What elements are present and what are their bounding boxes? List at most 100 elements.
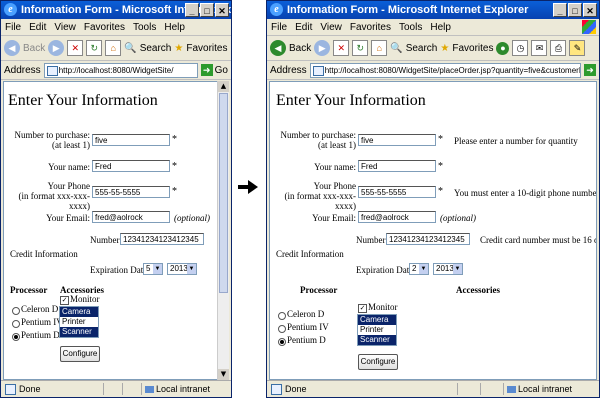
expiration-year-select[interactable]: 2013 ▼ [167,263,197,275]
menu-tools[interactable]: Tools [399,22,422,33]
menu-help[interactable]: Help [430,22,451,33]
back-button[interactable]: Back [23,43,45,54]
card-number-input[interactable]: 12341234123412345 [386,233,470,245]
email-input[interactable]: fred@aolrock [92,211,170,223]
favorites-star-icon[interactable]: ★ [440,43,449,54]
address-label: Address [270,64,307,76]
history-icon[interactable]: ◷ [512,40,529,56]
accessories-listbox[interactable]: Camera Printer Scanner [357,314,397,346]
maximize-button[interactable]: □ [568,3,582,17]
search-icon[interactable]: 🔍 [124,43,136,54]
monitor-checkbox[interactable]: ✓ [60,296,69,305]
maximize-button[interactable]: □ [200,3,214,17]
required-marker: * [172,161,177,172]
name-input[interactable]: Fred [92,160,170,172]
stop-icon[interactable]: ✕ [333,40,350,56]
list-item[interactable]: Camera [60,307,98,317]
home-icon[interactable]: ⌂ [371,40,388,56]
menu-file[interactable]: File [5,22,21,33]
forward-icon[interactable]: ▶ [48,40,65,56]
configure-button[interactable]: Configure [358,354,398,370]
list-item[interactable]: Printer [358,325,396,335]
search-button[interactable]: Search [406,43,438,54]
radio-celeron-d[interactable] [12,307,20,315]
stop-icon[interactable]: ✕ [67,40,84,56]
card-number-input[interactable]: 12341234123412345 [120,233,204,245]
home-icon[interactable]: ⌂ [105,40,122,56]
status-cell [480,383,503,395]
quantity-input[interactable]: five [358,134,436,146]
refresh-icon[interactable]: ↻ [86,40,103,56]
expiration-month-select[interactable]: 2 ▼ [409,263,429,275]
chevron-down-icon: ▼ [419,264,428,274]
optional-note: (optional) [174,213,210,223]
mail-icon[interactable]: ✉ [531,40,548,56]
phone-input[interactable]: 555-55-5555 [358,186,436,198]
favorites-star-icon[interactable]: ★ [174,43,183,54]
back-icon[interactable]: ◀ [270,40,286,56]
scroll-up-icon[interactable]: ▲ [218,81,229,92]
list-item[interactable]: Camera [358,315,396,325]
minimize-button[interactable]: _ [185,3,199,17]
menu-tools[interactable]: Tools [133,22,156,33]
optional-note: (optional) [440,213,476,223]
media-icon[interactable]: ● [496,41,510,55]
status-text: Done [285,384,307,394]
menu-bar: File Edit View Favorites Tools Help [1,19,231,36]
menu-help[interactable]: Help [164,22,185,33]
menu-bar: File Edit View Favorites Tools Help [267,19,599,36]
radio-pentium-d[interactable] [12,333,20,341]
favorites-button[interactable]: Favorites [186,43,227,54]
monitor-checkbox[interactable]: ✓ [358,304,367,313]
favorites-button[interactable]: Favorites [452,43,493,54]
close-button[interactable]: ✕ [583,3,597,17]
accessories-listbox[interactable]: Camera Printer Scanner [59,306,99,338]
minimize-button[interactable]: _ [553,3,567,17]
done-page-icon [5,383,16,395]
radio-pentium-iv[interactable] [278,325,286,333]
title-bar: e Information Form - Microsoft Internet … [267,1,599,19]
address-input[interactable]: http://localhost:8080/WidgetSite/placeOr… [309,62,581,78]
processor-option-label: Celeron D [21,304,59,314]
go-button[interactable]: ➜ Go [200,64,228,76]
page-content: Enter Your Information Number to purchas… [3,81,218,380]
configure-button[interactable]: Configure [60,346,100,362]
print-icon[interactable]: ⎙ [550,40,567,56]
expiration-year-select[interactable]: 2013 ▼ [433,263,463,275]
edit-icon[interactable]: ✎ [569,40,586,56]
quantity-input[interactable]: five [92,134,170,146]
address-input[interactable]: http://localhost:8080/WidgetSite/ [43,62,198,78]
list-item[interactable]: Printer [60,317,98,327]
menu-favorites[interactable]: Favorites [84,22,125,33]
search-icon[interactable]: 🔍 [390,43,402,54]
menu-view[interactable]: View [54,22,76,33]
refresh-icon[interactable]: ↻ [352,40,369,56]
email-label: Your Email: [312,213,356,223]
back-icon[interactable]: ◀ [4,40,20,56]
list-item[interactable]: Scanner [358,335,396,345]
radio-celeron-d[interactable] [278,312,286,320]
back-button[interactable]: Back [289,43,311,54]
email-input[interactable]: fred@aolrock [358,211,436,223]
menu-view[interactable]: View [320,22,342,33]
radio-pentium-d[interactable] [278,338,286,346]
menu-edit[interactable]: Edit [295,22,312,33]
forward-icon[interactable]: ▶ [314,40,331,56]
vertical-scrollbar[interactable]: ▲ ▼ [217,81,229,380]
radio-pentium-iv[interactable] [12,320,20,328]
scroll-thumb[interactable] [219,93,228,293]
list-item[interactable]: Scanner [60,327,98,337]
expiration-month-select[interactable]: 5 ▼ [143,263,163,275]
scroll-down-icon[interactable]: ▼ [218,369,229,380]
phone-error: You must enter a 10-digit phone number [454,188,597,198]
menu-favorites[interactable]: Favorites [350,22,391,33]
menu-edit[interactable]: Edit [29,22,46,33]
go-button[interactable]: ➜ [584,64,596,76]
status-bar: Done Local intranet [1,380,231,397]
name-input[interactable]: Fred [358,160,436,172]
search-button[interactable]: Search [140,43,172,54]
phone-input[interactable]: 555-55-5555 [92,186,170,198]
name-label: Your name: [314,162,356,172]
menu-file[interactable]: File [271,22,287,33]
close-button[interactable]: ✕ [215,3,229,17]
